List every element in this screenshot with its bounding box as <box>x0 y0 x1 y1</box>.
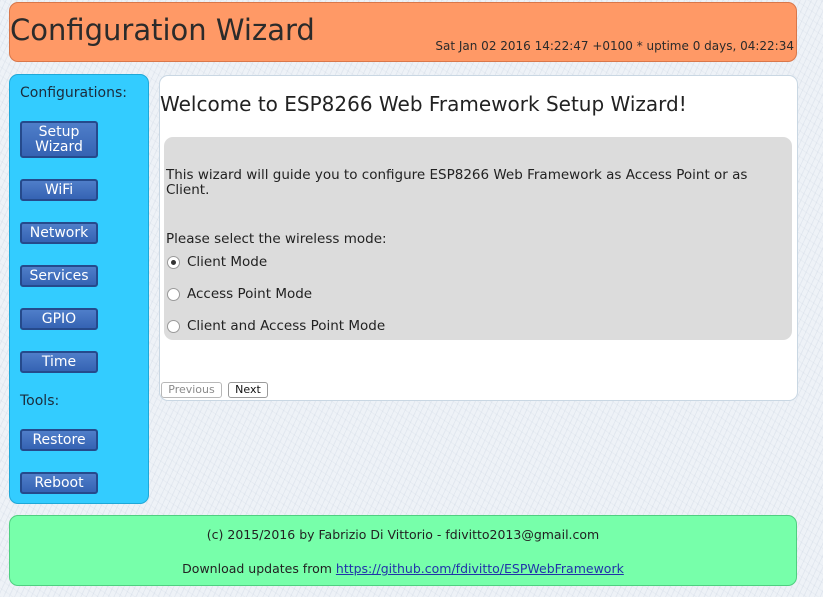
download-prefix-text: Download updates from <box>182 561 332 576</box>
app-title: Configuration Wizard <box>10 13 315 47</box>
footer: (c) 2015/2016 by Fabrizio Di Vittorio - … <box>9 515 797 586</box>
radio-label: Client and Access Point Mode <box>187 318 386 334</box>
gpio-button[interactable]: GPIO <box>20 308 98 330</box>
services-button[interactable]: Services <box>20 265 98 287</box>
network-button[interactable]: Network <box>20 222 98 244</box>
radio-button-selected[interactable] <box>167 255 180 269</box>
wireless-mode-prompt: Please select the wireless mode: <box>166 231 387 247</box>
header-bar: Configuration Wizard Sat Jan 02 2016 14:… <box>9 2 797 62</box>
tools-heading: Tools: <box>20 393 60 409</box>
wifi-button[interactable]: WiFi <box>20 179 98 201</box>
reboot-button[interactable]: Reboot <box>20 472 98 494</box>
wizard-panel: Welcome to ESP8266 Web Framework Setup W… <box>159 75 798 401</box>
next-button[interactable]: Next <box>228 382 268 398</box>
github-download-link[interactable]: https://github.com/fdivitto/ESPWebFramew… <box>336 561 624 576</box>
wizard-intro-text: This wizard will guide you to configure … <box>166 167 748 198</box>
sidebar: Configurations: Setup Wizard WiFi Networ… <box>9 74 149 504</box>
radio-label: Client Mode <box>187 254 268 270</box>
radio-access-point-mode[interactable]: Access Point Mode <box>167 285 312 303</box>
radio-label: Access Point Mode <box>187 286 313 302</box>
radio-client-mode[interactable]: Client Mode <box>167 253 267 271</box>
wizard-step-box: This wizard will guide you to configure … <box>164 137 792 340</box>
setup-wizard-label-line1: Setup <box>38 124 80 140</box>
time-button[interactable]: Time <box>20 351 98 373</box>
restore-button[interactable]: Restore <box>20 429 98 451</box>
previous-button[interactable]: Previous <box>161 382 222 398</box>
configurations-heading: Configurations: <box>20 85 127 101</box>
radio-button[interactable] <box>167 319 180 333</box>
footer-download: Download updates from https://github.com… <box>10 561 796 576</box>
radio-client-and-access-point-mode[interactable]: Client and Access Point Mode <box>167 317 385 335</box>
setup-wizard-button[interactable]: Setup Wizard <box>20 121 98 158</box>
datetime-uptime-status: Sat Jan 02 2016 14:22:47 +0100 * uptime … <box>435 39 794 53</box>
footer-credits: (c) 2015/2016 by Fabrizio Di Vittorio - … <box>206 527 600 542</box>
radio-button[interactable] <box>167 287 180 301</box>
page-title: Welcome to ESP8266 Web Framework Setup W… <box>160 92 687 116</box>
setup-wizard-label-line2: Wizard <box>35 139 83 155</box>
